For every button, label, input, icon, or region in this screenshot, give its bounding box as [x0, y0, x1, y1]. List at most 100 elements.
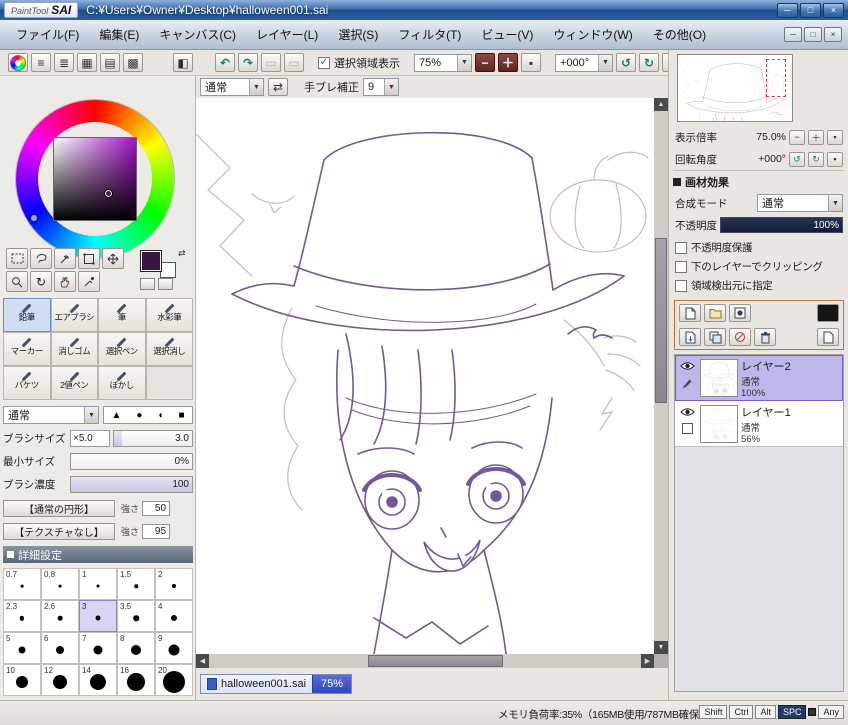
document-tab[interactable]: halloween001.sai 75% — [200, 674, 353, 694]
menu-item[interactable]: ウィンドウ(W) — [543, 20, 642, 49]
brush-tool[interactable]: エアブラシ — [50, 298, 98, 332]
magic-wand-tool[interactable] — [54, 248, 76, 269]
brush-tool[interactable]: 水彩筆 — [145, 298, 193, 332]
size-preset[interactable]: 2.3 — [3, 600, 41, 632]
size-preset[interactable]: 20 — [155, 664, 193, 696]
size-preset[interactable]: 8 — [117, 632, 155, 664]
nav-rotate-ccw-button[interactable]: ↺ — [789, 151, 805, 167]
horizontal-scrollbar[interactable]: ◀ ▶ — [196, 654, 654, 668]
chevron-down-icon[interactable]: ▼ — [84, 407, 98, 423]
rotate-ccw-button[interactable]: ↺ — [616, 53, 636, 72]
menu-item[interactable]: その他(O) — [643, 20, 716, 49]
material-effect-header[interactable]: 画材効果 — [673, 174, 845, 190]
size-preset[interactable]: 6 — [41, 632, 79, 664]
deselect-button[interactable]: ▭ — [261, 53, 281, 72]
chevron-down-icon[interactable]: ▼ — [457, 54, 471, 71]
color-wheel-panel-button[interactable] — [8, 53, 28, 72]
brush-tool[interactable]: 2値ペン — [50, 366, 98, 400]
menu-item[interactable]: レイヤー(L) — [246, 20, 328, 49]
tip-spike-icon[interactable]: ▲ — [111, 410, 121, 421]
close-button[interactable]: × — [823, 2, 844, 18]
size-preset[interactable]: 5 — [3, 632, 41, 664]
zoom-in-button[interactable]: ＋ — [498, 53, 518, 72]
rotate-view-tool[interactable]: ↻ — [30, 271, 52, 292]
rgb-slider-panel-button[interactable]: ≡ — [31, 53, 51, 72]
maximize-button[interactable]: □ — [800, 2, 821, 18]
size-preset[interactable]: 14 — [79, 664, 117, 696]
horizontal-scroll-thumb[interactable] — [368, 655, 503, 667]
brush-tool[interactable]: 鉛筆 — [3, 298, 51, 332]
doc-close-button[interactable]: × — [824, 27, 842, 42]
size-preset[interactable]: 7 — [79, 632, 117, 664]
menu-item[interactable]: 選択(S) — [328, 20, 388, 49]
layer-opacity-slider[interactable]: 100% — [720, 217, 843, 233]
invert-selection-button[interactable]: ▭ — [284, 53, 304, 72]
brush-tool[interactable]: ぼかし — [98, 366, 146, 400]
nav-rotate-cw-button[interactable]: ↻ — [808, 151, 824, 167]
size-preset[interactable]: 0.7 — [3, 568, 41, 600]
scroll-down-icon[interactable]: ▼ — [654, 641, 668, 654]
navigator-thumbnail[interactable] — [677, 54, 793, 122]
checkbox-row[interactable]: 下のレイヤーでクリッピング — [675, 257, 845, 276]
size-preset[interactable]: 2 — [155, 568, 193, 600]
hue-marker[interactable] — [30, 214, 38, 222]
tip-dome-icon[interactable]: ◖ — [157, 410, 163, 421]
min-size-slider[interactable]: 0% — [70, 453, 193, 470]
palette-panel-button[interactable]: ▤ — [100, 53, 120, 72]
scratchpad-panel-button[interactable]: ▩ — [123, 53, 143, 72]
foreground-color-swatch[interactable] — [140, 250, 162, 272]
new-folder-button[interactable] — [704, 304, 726, 322]
checkbox-row[interactable]: 不透明度保護 — [675, 238, 845, 257]
visibility-eye-icon[interactable] — [679, 360, 695, 374]
size-multiplier-select[interactable]: ×5.0 — [70, 430, 110, 447]
chevron-down-icon[interactable]: ▼ — [598, 54, 612, 71]
brush-tool[interactable]: 消しゴム — [50, 332, 98, 366]
brush-blend-select[interactable]: 通常 ▼ — [3, 406, 99, 424]
lasso-tool[interactable] — [30, 248, 52, 269]
checkbox[interactable] — [675, 241, 687, 254]
size-preset[interactable]: 2.6 — [41, 600, 79, 632]
brush-tool[interactable]: マーカー — [3, 332, 51, 366]
angle-select[interactable]: +000° ▼ — [555, 53, 613, 72]
tip-dot-icon[interactable]: ● — [136, 410, 142, 421]
minimize-button[interactable]: ─ — [777, 2, 798, 18]
swatches-panel-button[interactable]: ▦ — [77, 53, 97, 72]
menu-item[interactable]: ファイル(F) — [6, 20, 89, 49]
hsv-slider-panel-button[interactable]: ≣ — [54, 53, 74, 72]
new-layer-button[interactable] — [679, 304, 701, 322]
density-slider[interactable]: 100 — [70, 476, 193, 493]
brush-tool[interactable]: 選択ペン — [98, 332, 146, 366]
visibility-eye-icon[interactable] — [679, 406, 695, 420]
vertical-scroll-thumb[interactable] — [655, 238, 667, 403]
brush-tool[interactable]: バケツ — [3, 366, 51, 400]
show-selection-checkbox[interactable]: ✓ — [318, 56, 330, 69]
clear-layer-button[interactable] — [729, 328, 751, 346]
eyedropper-tool[interactable] — [78, 271, 100, 292]
move-tool[interactable] — [102, 248, 124, 269]
scroll-left-icon[interactable]: ◀ — [196, 654, 209, 668]
chevron-down-icon[interactable]: ▼ — [828, 195, 842, 211]
menu-item[interactable]: 編集(E) — [89, 20, 149, 49]
color-mode-button-1[interactable] — [140, 278, 155, 290]
brush-tool[interactable]: 筆 — [98, 298, 146, 332]
nav-zoom-reset-button[interactable]: ▪ — [827, 129, 843, 145]
transfer-down-button[interactable] — [679, 328, 701, 346]
canvas-background-button[interactable] — [817, 304, 839, 322]
navigator-viewport-rect[interactable] — [766, 59, 786, 97]
brush-shape-button[interactable]: 【通常の円形】 — [3, 500, 115, 517]
size-preset[interactable]: 3 — [79, 600, 117, 632]
panel-toggle-button[interactable]: ◧ — [173, 53, 193, 72]
redo-button[interactable]: ↷ — [238, 53, 258, 72]
paint-mode-select[interactable]: 通常 ▼ — [200, 78, 264, 96]
merge-down-button[interactable] — [704, 328, 726, 346]
brush-texture-button[interactable]: 【テクスチャなし】 — [3, 523, 115, 540]
checkbox[interactable] — [675, 260, 687, 273]
size-preset[interactable]: 1.5 — [117, 568, 155, 600]
advanced-settings-header[interactable]: 詳細設定 — [3, 546, 193, 563]
layer-thumbnail[interactable] — [700, 358, 738, 397]
checkbox-row[interactable]: 領域検出元に指定 — [675, 276, 845, 295]
brush-size-slider[interactable]: 3.0 — [113, 430, 193, 447]
blend-mode-select[interactable]: 通常 ▼ — [757, 194, 843, 212]
size-preset[interactable]: 1 — [79, 568, 117, 600]
background-color-swatch[interactable] — [160, 262, 176, 278]
